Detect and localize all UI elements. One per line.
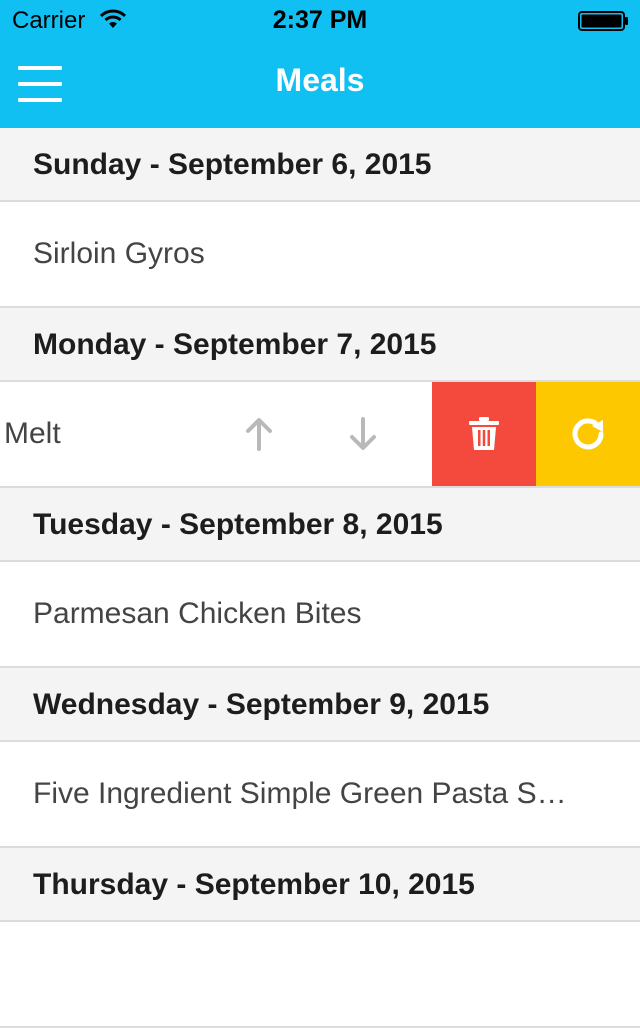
meal-row[interactable]: Sirloin Gyros bbox=[0, 202, 640, 308]
refresh-icon bbox=[572, 418, 604, 450]
page-title: Meals bbox=[275, 62, 365, 98]
day-header: Monday - September 7, 2015 bbox=[0, 308, 640, 382]
status-time: 2:37 PM bbox=[272, 6, 368, 34]
meal-label: Five Ingredient Simple Green Pasta S… bbox=[33, 777, 567, 810]
header: Carrier 2:37 PM Meals bbox=[0, 0, 640, 128]
meal-label: Melt bbox=[4, 417, 61, 450]
battery-icon bbox=[578, 11, 628, 31]
meal-row[interactable] bbox=[0, 922, 640, 1028]
move-down-button[interactable] bbox=[311, 382, 415, 486]
arrow-up-icon bbox=[246, 418, 272, 451]
delete-button[interactable] bbox=[432, 382, 536, 486]
day-header: Thursday - September 10, 2015 bbox=[0, 848, 640, 922]
arrow-down-icon bbox=[350, 417, 376, 450]
meal-row-swiped[interactable]: Melt bbox=[0, 382, 640, 488]
day-header: Tuesday - September 8, 2015 bbox=[0, 488, 640, 562]
nav-bar: Meals bbox=[0, 40, 640, 128]
move-up-button[interactable] bbox=[207, 382, 311, 486]
meal-label: Parmesan Chicken Bites bbox=[33, 597, 362, 630]
replace-button[interactable] bbox=[536, 382, 640, 486]
day-header: Sunday - September 6, 2015 bbox=[0, 128, 640, 202]
trash-icon bbox=[469, 417, 499, 450]
day-header: Wednesday - September 9, 2015 bbox=[0, 668, 640, 742]
meal-row[interactable]: Parmesan Chicken Bites bbox=[0, 562, 640, 668]
meal-list: Sunday - September 6, 2015 Sirloin Gyros… bbox=[0, 128, 640, 1028]
meal-label: Sirloin Gyros bbox=[33, 237, 205, 270]
status-bar: Carrier 2:37 PM bbox=[0, 0, 640, 40]
meal-row[interactable]: Five Ingredient Simple Green Pasta S… bbox=[0, 742, 640, 848]
